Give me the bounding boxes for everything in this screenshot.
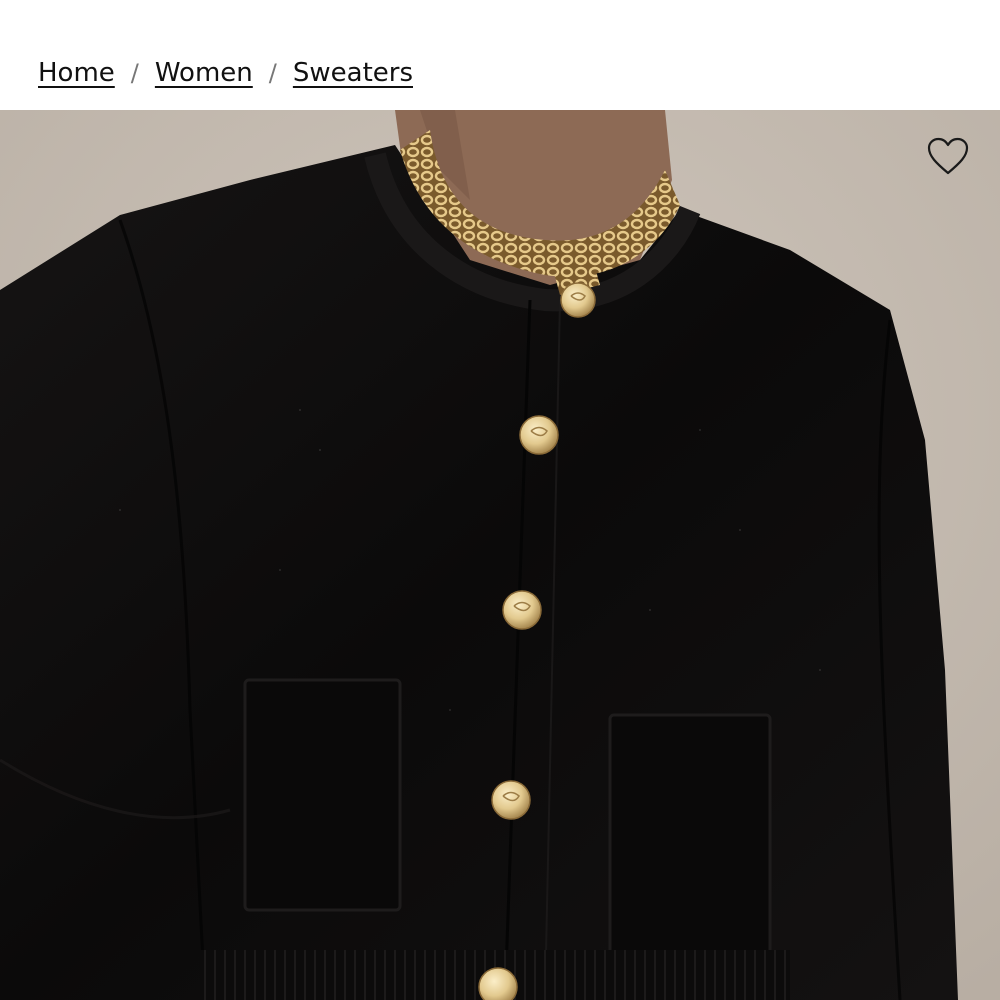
product-photo-illustration	[0, 110, 1000, 1000]
breadcrumb-women-link[interactable]: Women	[155, 58, 253, 88]
breadcrumb-separator: /	[130, 59, 139, 87]
page-header: Home / Women / Sweaters	[0, 0, 1000, 110]
breadcrumb-separator: /	[268, 59, 277, 87]
breadcrumb-home-link[interactable]: Home	[38, 58, 115, 88]
product-image[interactable]	[0, 110, 1000, 1000]
favorite-button[interactable]	[922, 130, 974, 182]
heart-outline-icon	[927, 137, 969, 175]
breadcrumb-sweaters-link[interactable]: Sweaters	[293, 58, 413, 88]
breadcrumb: Home / Women / Sweaters	[38, 58, 413, 88]
